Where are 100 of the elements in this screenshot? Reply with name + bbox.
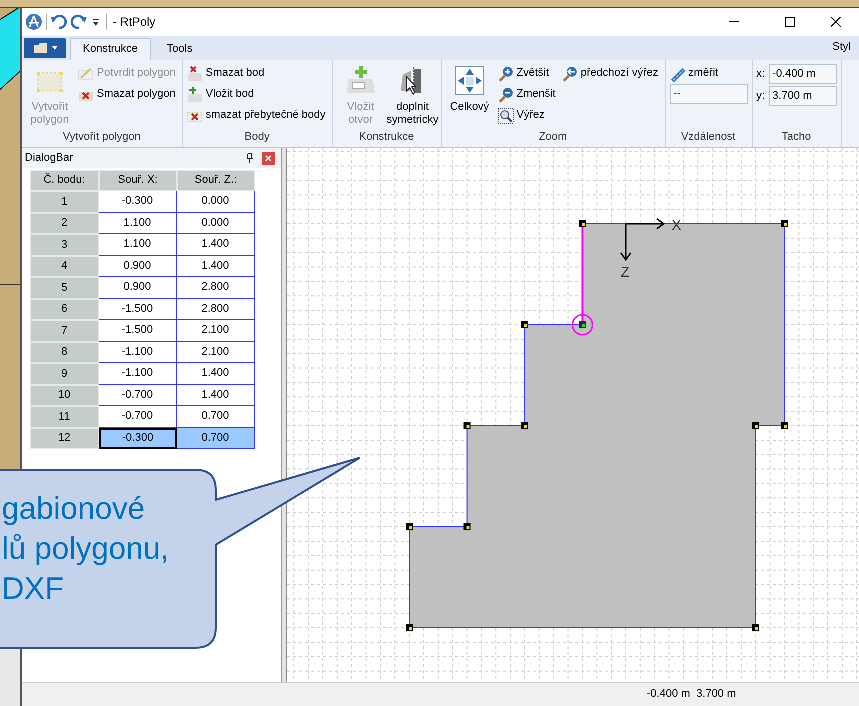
zoom-out-icon xyxy=(498,86,514,102)
vertex-handle[interactable] xyxy=(752,624,760,632)
table-cell[interactable]: -0.300 xyxy=(99,428,177,449)
caret-icon xyxy=(52,46,58,50)
column-header[interactable]: Souř. Z.: xyxy=(177,170,255,191)
table-cell[interactable]: 1.400 xyxy=(177,384,255,406)
table-cell[interactable]: 2.100 xyxy=(177,342,255,363)
table-cell[interactable]: -1.100 xyxy=(99,363,177,384)
cross-icon xyxy=(186,66,203,82)
vertex-handle[interactable] xyxy=(579,322,586,328)
ribbon-button[interactable]: Celkový xyxy=(446,63,494,114)
row-header: 3 xyxy=(30,234,99,256)
group-label: Konstrukce xyxy=(358,130,416,145)
group-label: Body xyxy=(244,130,271,145)
style-menu[interactable]: Styl xyxy=(832,38,851,55)
row-header: 5 xyxy=(30,277,99,298)
vertex-handle[interactable] xyxy=(464,524,471,531)
ribbon-button[interactable]: Zvětšit xyxy=(498,63,558,84)
callout-text: lů polygonu, xyxy=(2,530,170,568)
undo-icon[interactable] xyxy=(50,13,68,31)
table-cell[interactable]: -1.500 xyxy=(99,320,177,342)
coordinate-field[interactable]: 3.700 m xyxy=(768,86,837,106)
window-title: - RtPoly xyxy=(113,14,156,31)
app-menu-button[interactable] xyxy=(24,38,66,58)
group-label: Zoom xyxy=(538,130,568,145)
row-header: 12 xyxy=(30,428,99,449)
zoom-in-icon xyxy=(498,66,514,82)
vertex-handle[interactable] xyxy=(522,422,528,430)
row-header: 11 xyxy=(30,406,99,428)
table-cell[interactable]: -0.700 xyxy=(99,406,177,428)
table-cell[interactable]: -1.100 xyxy=(99,342,177,363)
table-cell[interactable]: 0.700 xyxy=(177,428,255,449)
back-magnifier-icon xyxy=(562,66,578,82)
row-header: 2 xyxy=(30,212,99,234)
ribbon-button[interactable]: Smazat polygon xyxy=(78,84,178,105)
vertex-handle[interactable] xyxy=(406,624,414,632)
distance-field[interactable]: -- xyxy=(670,84,748,104)
row-header: 9 xyxy=(30,363,99,384)
vertex-handle[interactable] xyxy=(781,220,788,228)
table-cell[interactable]: 1.400 xyxy=(177,234,255,256)
ribbon-tab[interactable]: Konstrukce xyxy=(70,38,152,60)
table-cell[interactable]: 2.100 xyxy=(177,320,255,342)
column-header[interactable]: Č. bodu: xyxy=(30,170,99,191)
ribbon-button[interactable]: předchozí výřez xyxy=(562,63,661,84)
row-header: 8 xyxy=(30,342,99,363)
ribbon-button[interactable]: změřit xyxy=(670,63,748,84)
group-label: Vzdálenost xyxy=(680,130,737,145)
field-label: y: xyxy=(756,88,766,104)
close-icon xyxy=(265,154,272,162)
row-header: 7 xyxy=(30,320,99,342)
table-cell[interactable]: 0.700 xyxy=(177,406,255,428)
field-label: x: xyxy=(756,66,766,82)
vertex-handle[interactable] xyxy=(781,422,788,430)
table-cell[interactable]: 0.000 xyxy=(177,191,255,212)
vertex-handle[interactable] xyxy=(406,524,414,531)
ribbon-button[interactable]: Vložit bod xyxy=(186,84,328,105)
coordinate-field[interactable]: -0.400 m xyxy=(768,64,837,84)
dropdown-icon[interactable] xyxy=(92,17,100,27)
x-axis-arrow xyxy=(626,218,666,230)
row-header: 10 xyxy=(30,384,99,406)
vertex-handle[interactable] xyxy=(579,220,586,228)
row-header: 4 xyxy=(30,256,99,277)
vertex-handle[interactable] xyxy=(464,422,471,430)
ribbon-button[interactable]: Smazat bod xyxy=(186,63,328,84)
table-cell[interactable]: -1.500 xyxy=(99,298,177,320)
magnifier-icon xyxy=(498,108,514,124)
pencil-icon xyxy=(78,66,94,82)
table-cell[interactable]: 1.400 xyxy=(177,256,255,277)
ribbon-button[interactable]: smazat přebytečné body xyxy=(186,105,328,126)
ribbon-button[interactable]: doplnit symetricky xyxy=(388,63,437,127)
column-header[interactable]: Souř. X: xyxy=(99,170,177,191)
redo-icon[interactable] xyxy=(70,13,88,31)
ribbon-button[interactable]: Výřez xyxy=(498,105,558,126)
coordinates-readout: -0.400 m 3.700 m xyxy=(647,687,736,702)
z-axis-arrow xyxy=(620,224,632,262)
row-header: 1 xyxy=(30,191,99,212)
table-cell[interactable]: 1.100 xyxy=(99,212,177,234)
folder-icon xyxy=(32,42,48,54)
callout-text: DXF xyxy=(2,570,65,608)
pin-icon[interactable] xyxy=(246,153,254,163)
table-cell[interactable]: -0.300 xyxy=(99,191,177,212)
group-label: Tacho xyxy=(780,130,812,145)
group-label: Vytvořit polygon xyxy=(62,130,142,145)
table-cell[interactable]: 0.900 xyxy=(99,256,177,277)
axis-label: Z xyxy=(621,264,630,280)
app-logo-icon[interactable] xyxy=(25,13,43,31)
table-cell[interactable]: 1.400 xyxy=(177,363,255,384)
ribbon-tab[interactable]: Tools xyxy=(155,38,205,60)
fit-view-icon xyxy=(454,65,486,97)
ribbon-button[interactable]: Zmenšit xyxy=(498,84,558,105)
table-cell[interactable]: 1.100 xyxy=(99,234,177,256)
ruler-icon xyxy=(670,66,686,82)
callout-text: gabionové xyxy=(2,490,146,528)
vertex-handle[interactable] xyxy=(522,322,528,328)
table-cell[interactable]: 0.900 xyxy=(99,277,177,298)
table-cell[interactable]: 2.800 xyxy=(177,298,255,320)
table-cell[interactable]: 2.800 xyxy=(177,277,255,298)
panel-title: DialogBar xyxy=(25,150,74,166)
table-cell[interactable]: -0.700 xyxy=(99,384,177,406)
table-cell[interactable]: 0.000 xyxy=(177,212,255,234)
